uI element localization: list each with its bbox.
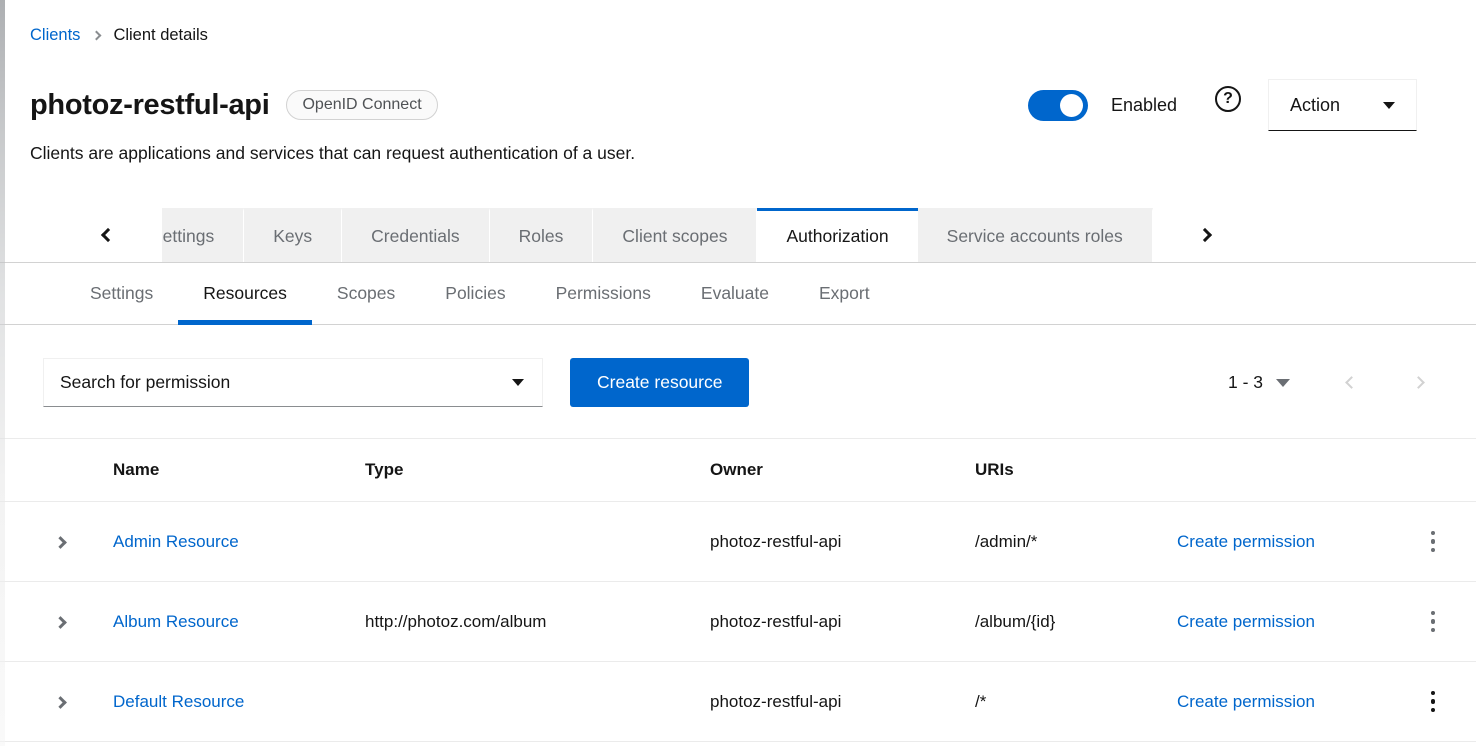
row-kebab-menu-button[interactable] — [1421, 525, 1446, 559]
subtab-resources[interactable]: Resources — [178, 263, 312, 324]
breadcrumb-chevron-icon — [93, 32, 100, 39]
breadcrumb: Clients Client details — [30, 26, 1417, 45]
search-permission-select[interactable]: Search for permission — [43, 358, 543, 407]
page-description: Clients are applications and services th… — [30, 143, 1417, 164]
resources-table: Name Type Owner URIs Admin Resource phot… — [0, 438, 1476, 742]
page-header: Clients Client details photoz-restful-ap… — [0, 0, 1476, 164]
resource-name-link[interactable]: Album Resource — [113, 612, 239, 631]
resource-owner: photoz-restful-api — [697, 612, 962, 632]
subtab-evaluate[interactable]: Evaluate — [676, 263, 794, 324]
row-kebab-menu-button[interactable] — [1421, 685, 1446, 719]
protocol-badge: OpenID Connect — [286, 90, 437, 120]
chevron-right-icon — [1198, 228, 1212, 242]
resource-uris: /admin/* — [962, 532, 1164, 552]
pagination-range-label: 1 - 3 — [1228, 372, 1263, 393]
subtab-export[interactable]: Export — [794, 263, 895, 324]
tab-authorization[interactable]: Authorization — [757, 208, 917, 262]
resource-uris: /album/{id} — [962, 612, 1164, 632]
create-resource-button[interactable]: Create resource — [570, 358, 749, 407]
chevron-down-icon — [1383, 102, 1395, 109]
subtab-permissions[interactable]: Permissions — [531, 263, 676, 324]
help-icon[interactable]: ? — [1215, 86, 1241, 112]
chevron-right-icon — [54, 536, 67, 549]
tab-credentials[interactable]: Credentials — [342, 208, 490, 262]
main-tabbar: Settings Keys Credentials Roles Client s… — [0, 208, 1476, 263]
column-header-type: Type — [352, 460, 697, 480]
resource-uris: /* — [962, 692, 1164, 712]
tabs-strip: Settings Keys Credentials Roles Client s… — [162, 208, 1153, 262]
subtab-scopes[interactable]: Scopes — [312, 263, 420, 324]
search-permission-placeholder: Search for permission — [60, 372, 230, 393]
pagination: 1 - 3 — [1228, 372, 1431, 393]
toggle-knob — [1060, 94, 1083, 117]
action-dropdown-label: Action — [1290, 95, 1340, 116]
breadcrumb-clients-link[interactable]: Clients — [30, 26, 80, 45]
tab-service-accounts-roles[interactable]: Service accounts roles — [918, 208, 1153, 262]
create-permission-link[interactable]: Create permission — [1177, 532, 1315, 551]
chevron-down-icon — [1276, 379, 1290, 387]
resource-owner: photoz-restful-api — [697, 532, 962, 552]
title-row: photoz-restful-api OpenID Connect Enable… — [30, 79, 1417, 131]
title-group: photoz-restful-api OpenID Connect — [30, 89, 438, 122]
resource-name-link[interactable]: Default Resource — [113, 692, 244, 711]
table-row: Admin Resource photoz-restful-api /admin… — [0, 502, 1476, 582]
column-header-name: Name — [100, 460, 352, 480]
tabs-scroll-left-button[interactable] — [0, 208, 162, 262]
pagination-nav — [1347, 378, 1431, 387]
breadcrumb-current: Client details — [113, 26, 207, 45]
chevron-right-icon — [54, 696, 67, 709]
column-header-uris: URIs — [962, 460, 1164, 480]
column-header-owner: Owner — [697, 460, 962, 480]
resource-owner: photoz-restful-api — [697, 692, 962, 712]
table-header-row: Name Type Owner URIs — [0, 439, 1476, 502]
table-row: Album Resource http://photoz.com/album p… — [0, 582, 1476, 662]
row-expand-button[interactable] — [0, 692, 100, 712]
chevron-right-icon — [54, 616, 67, 629]
tabs-viewport: Settings Keys Credentials Roles Client s… — [162, 208, 1153, 262]
create-permission-link[interactable]: Create permission — [1177, 692, 1315, 711]
tab-roles[interactable]: Roles — [490, 208, 594, 262]
page-title: photoz-restful-api — [30, 89, 269, 122]
resource-type: http://photoz.com/album — [352, 612, 697, 632]
create-permission-link[interactable]: Create permission — [1177, 612, 1315, 631]
pagination-prev-button[interactable] — [1345, 376, 1358, 389]
pagination-next-button[interactable] — [1412, 376, 1425, 389]
client-details-page: Clients Client details photoz-restful-ap… — [0, 0, 1476, 746]
chevron-left-icon — [101, 228, 115, 242]
chevron-down-icon — [512, 379, 524, 386]
row-expand-button[interactable] — [0, 612, 100, 632]
row-kebab-menu-button[interactable] — [1421, 605, 1446, 639]
row-expand-button[interactable] — [0, 532, 100, 552]
tab-keys[interactable]: Keys — [244, 208, 342, 262]
resource-name-link[interactable]: Admin Resource — [113, 532, 239, 551]
pagination-range-dropdown[interactable]: 1 - 3 — [1228, 372, 1290, 393]
sidebar-edge-shadow — [0, 0, 5, 746]
header-controls: Enabled ? Action — [1028, 79, 1417, 131]
authorization-subtabs: Settings Resources Scopes Policies Permi… — [0, 263, 1476, 325]
tabs-scroll-right-button[interactable] — [1153, 208, 1476, 262]
resources-toolbar: Search for permission Create resource 1 … — [0, 325, 1476, 407]
enabled-label: Enabled — [1111, 95, 1177, 116]
subtab-policies[interactable]: Policies — [420, 263, 530, 324]
tab-settings[interactable]: Settings — [162, 208, 244, 262]
subtab-settings[interactable]: Settings — [65, 263, 178, 324]
action-dropdown[interactable]: Action — [1268, 79, 1417, 131]
enabled-toggle[interactable] — [1028, 90, 1088, 121]
tab-client-scopes[interactable]: Client scopes — [593, 208, 757, 262]
table-row: Default Resource photoz-restful-api /* C… — [0, 662, 1476, 742]
